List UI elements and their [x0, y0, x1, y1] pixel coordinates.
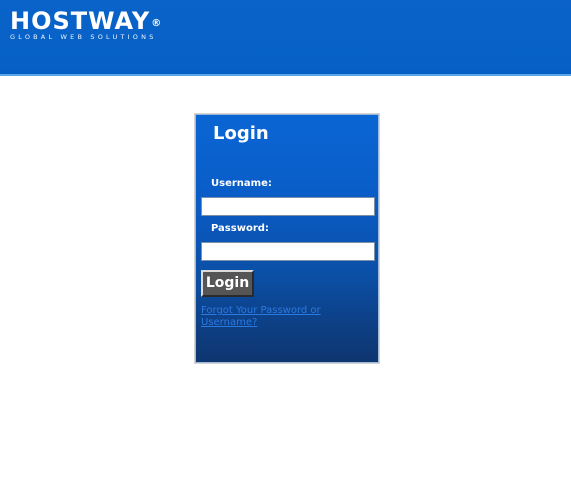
- site-header: HOSTWAY® GLOBAL WEB SOLUTIONS: [0, 0, 571, 76]
- password-input[interactable]: [201, 242, 375, 261]
- username-label: Username:: [211, 178, 272, 189]
- hostway-logo[interactable]: HOSTWAY® GLOBAL WEB SOLUTIONS: [10, 8, 162, 41]
- logo-wordmark: HOSTWAY®: [10, 8, 162, 34]
- login-title: Login: [213, 123, 269, 144]
- login-button[interactable]: Login: [201, 270, 254, 297]
- forgot-password-link[interactable]: Forgot Your Password or Username?: [201, 305, 351, 329]
- logo-tagline: GLOBAL WEB SOLUTIONS: [10, 33, 157, 41]
- username-input[interactable]: [201, 197, 375, 216]
- registered-mark: ®: [151, 18, 163, 29]
- password-label: Password:: [211, 223, 269, 234]
- login-panel: Login Username: Password: Login Forgot Y…: [194, 113, 380, 364]
- brand-name: HOSTWAY: [10, 7, 151, 35]
